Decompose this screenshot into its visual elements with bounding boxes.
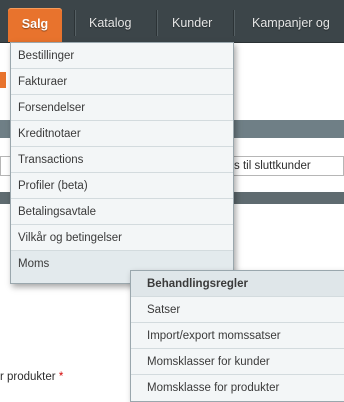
menu-item-fakturaer[interactable]: Fakturaer: [11, 69, 233, 95]
menu-item-transactions[interactable]: Transactions: [11, 147, 233, 173]
menu-item-profiler[interactable]: Profiler (beta): [11, 173, 233, 199]
nav-tab-katalog[interactable]: Katalog: [89, 9, 131, 37]
salg-dropdown-menu: Bestillinger Fakturaer Forsendelser Kred…: [10, 42, 234, 284]
submenu-item-import-export[interactable]: Import/export momssatser: [131, 323, 344, 349]
menu-item-betalingsavtale[interactable]: Betalingsavtale: [11, 199, 233, 225]
nav-separator: [156, 10, 158, 36]
field-label: r produkter *: [0, 371, 63, 383]
main-navigation-bar: Salg Katalog Kunder Kampanjer og: [0, 0, 344, 43]
submenu-item-momsklasse-produkter[interactable]: Momsklasse for produkter: [131, 375, 344, 401]
page-accent-marker: [0, 72, 6, 88]
submenu-item-satser[interactable]: Satser: [131, 297, 344, 323]
menu-item-forsendelser[interactable]: Forsendelser: [11, 95, 233, 121]
menu-item-vilkar[interactable]: Vilkår og betingelser: [11, 225, 233, 251]
tax-select-value: s til sluttkunder: [234, 160, 311, 172]
nav-tab-salg[interactable]: Salg: [8, 8, 62, 42]
nav-separator: [233, 10, 235, 36]
menu-item-kreditnotaer[interactable]: Kreditnotaer: [11, 121, 233, 147]
nav-separator: [74, 10, 76, 36]
field-label-text: r produkter: [0, 371, 56, 383]
menu-item-bestillinger[interactable]: Bestillinger: [11, 43, 233, 69]
submenu-item-behandlingsregler[interactable]: Behandlingsregler: [131, 271, 344, 297]
submenu-item-momsklasser-kunder[interactable]: Momsklasser for kunder: [131, 349, 344, 375]
moms-submenu: Behandlingsregler Satser Import/export m…: [130, 270, 344, 402]
required-mark: *: [58, 371, 64, 383]
nav-tab-kampanjer[interactable]: Kampanjer og: [252, 9, 330, 37]
nav-tab-kunder[interactable]: Kunder: [172, 9, 212, 37]
